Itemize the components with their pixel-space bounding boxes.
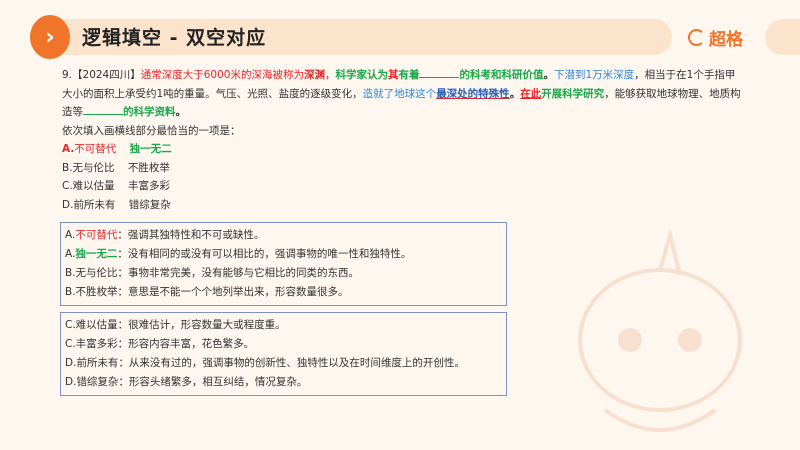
text-seg: 开展科学研究: [541, 87, 605, 100]
text-seg: 的科考和科研价值: [459, 69, 544, 81]
option-letter: A.: [62, 143, 75, 155]
logo-icon: [688, 29, 705, 46]
option-word: 不胜枚举: [127, 161, 170, 174]
def-term: 独一无二: [75, 248, 118, 260]
def-text: ：很难估计，形容数量大或程度重。: [117, 319, 286, 331]
option-letter: B.: [62, 161, 73, 174]
def-prefix: C.: [65, 338, 76, 350]
option-letter: C.: [62, 180, 73, 192]
logo: 超格: [688, 25, 743, 50]
text-seg: 的科学资料: [123, 106, 176, 118]
def-text: ：没有相同的或没有可以相比的，强调事物的唯一性和独特性。: [117, 248, 412, 260]
text-seg: 在此: [520, 87, 542, 100]
def-text: ：强调其独特性和不可或缺性。: [117, 229, 265, 241]
mascot-illustration: [578, 230, 742, 432]
option-b[interactable]: B.无与伦比 不胜枚举: [62, 159, 742, 178]
page-title: 逻辑填空 - 双空对应: [82, 27, 267, 49]
text-seg: 最深处的特殊性: [436, 87, 510, 100]
def-text: ：事物非常完美，没有能够与它相比的同类的东西。: [117, 267, 360, 279]
option-c[interactable]: C.难以估量 丰富多彩: [62, 177, 742, 196]
def-text: ：形容头绪繁多，相互纠结，情况复杂。: [118, 376, 308, 388]
text-seg: 科学家认为: [335, 69, 388, 81]
def-term: 不胜枚举: [75, 286, 118, 298]
definition-row: A.不可替代：强调其独特性和不可或缺性。: [65, 226, 502, 245]
blank-2: [83, 104, 123, 115]
text-seg: 下潜到1万米深度: [553, 69, 635, 81]
def-text: ：从来没有过的，强调事物的创新性、独特性以及在时间维度上的开创性。: [118, 357, 465, 369]
explanation-box-ab: A.不可替代：强调其独特性和不可或缺性。 A.独一无二：没有相同的或没有可以相比…: [60, 222, 507, 306]
question-text: 9.【2024四川】通常深度大于6000米的深海被称为深渊，科学家认为其有着的科…: [62, 66, 742, 214]
def-prefix: D.: [65, 376, 77, 388]
question-prompt: 依次填入画横线部分最恰当的一项是：: [62, 124, 241, 137]
blank-1: [419, 67, 460, 78]
definition-row: D.前所未有：从来没有过的，强调事物的创新性、独特性以及在时间维度上的开创性。: [65, 354, 502, 373]
option-word: 丰富多彩: [128, 180, 171, 192]
def-prefix: A.: [65, 248, 76, 260]
option-letter: D.: [62, 198, 74, 211]
def-prefix: B.: [65, 286, 76, 298]
text-seg: 。: [509, 87, 521, 100]
text-seg: ，: [324, 69, 336, 81]
text-seg: 。: [543, 69, 554, 81]
text-seg: 造就了地球这个: [362, 87, 437, 100]
text-seg: 。: [175, 106, 187, 118]
def-term: 前所未有: [76, 357, 119, 369]
option-word: 错综复杂: [128, 198, 171, 211]
logo-text: 超格: [709, 30, 743, 50]
definition-row: A.独一无二：没有相同的或没有可以相比的，强调事物的唯一性和独特性。: [65, 245, 502, 264]
def-prefix: C.: [65, 319, 76, 331]
text-seg: 其: [387, 69, 399, 81]
question-number: 9.【2024四川】: [62, 69, 141, 81]
definition-row: C.难以估量：很难估计，形容数量大或程度重。: [65, 316, 502, 335]
definition-row: B.无与伦比：事物非常完美，没有能够与它相比的同类的东西。: [65, 264, 502, 283]
def-term: 丰富多彩: [75, 338, 118, 350]
option-word: 独一无二: [129, 143, 172, 155]
text-seg: 有着: [398, 69, 420, 81]
def-term: 不可替代: [75, 229, 118, 241]
def-term: 错综复杂: [76, 376, 119, 388]
definition-row: C.丰富多彩：形容内容丰富，花色繁多。: [65, 335, 502, 354]
chevron-right-icon: ›: [30, 15, 70, 59]
option-d[interactable]: D.前所未有 错综复杂: [62, 196, 742, 215]
def-prefix: D.: [65, 357, 77, 369]
option-word: 难以估量: [72, 180, 115, 192]
def-prefix: B.: [65, 267, 76, 279]
def-term: 无与伦比: [75, 267, 118, 279]
option-word: 前所未有: [73, 198, 116, 211]
text-seg: 通常深度大于6000米的深海被称为: [140, 69, 304, 81]
def-text: ：意思是不能一个个地列举出来，形容数量很多。: [117, 286, 349, 298]
definition-row: B.不胜枚举：意思是不能一个个地列举出来，形容数量很多。: [65, 283, 502, 302]
header-bar-right: [765, 19, 800, 55]
option-word: 不可替代: [74, 143, 117, 155]
def-term: 难以估量: [75, 319, 118, 331]
explanation-box-cd: C.难以估量：很难估计，形容数量大或程度重。 C.丰富多彩：形容内容丰富，花色繁…: [60, 312, 507, 396]
option-word: 无与伦比: [72, 161, 115, 174]
text-seg: 深渊: [303, 69, 325, 81]
def-text: ：形容内容丰富，花色繁多。: [117, 338, 255, 350]
definition-row: D.错综复杂：形容头绪繁多，相互纠结，情况复杂。: [65, 373, 502, 392]
option-a[interactable]: A.不可替代 独一无二: [62, 140, 742, 159]
def-prefix: A.: [65, 229, 76, 241]
